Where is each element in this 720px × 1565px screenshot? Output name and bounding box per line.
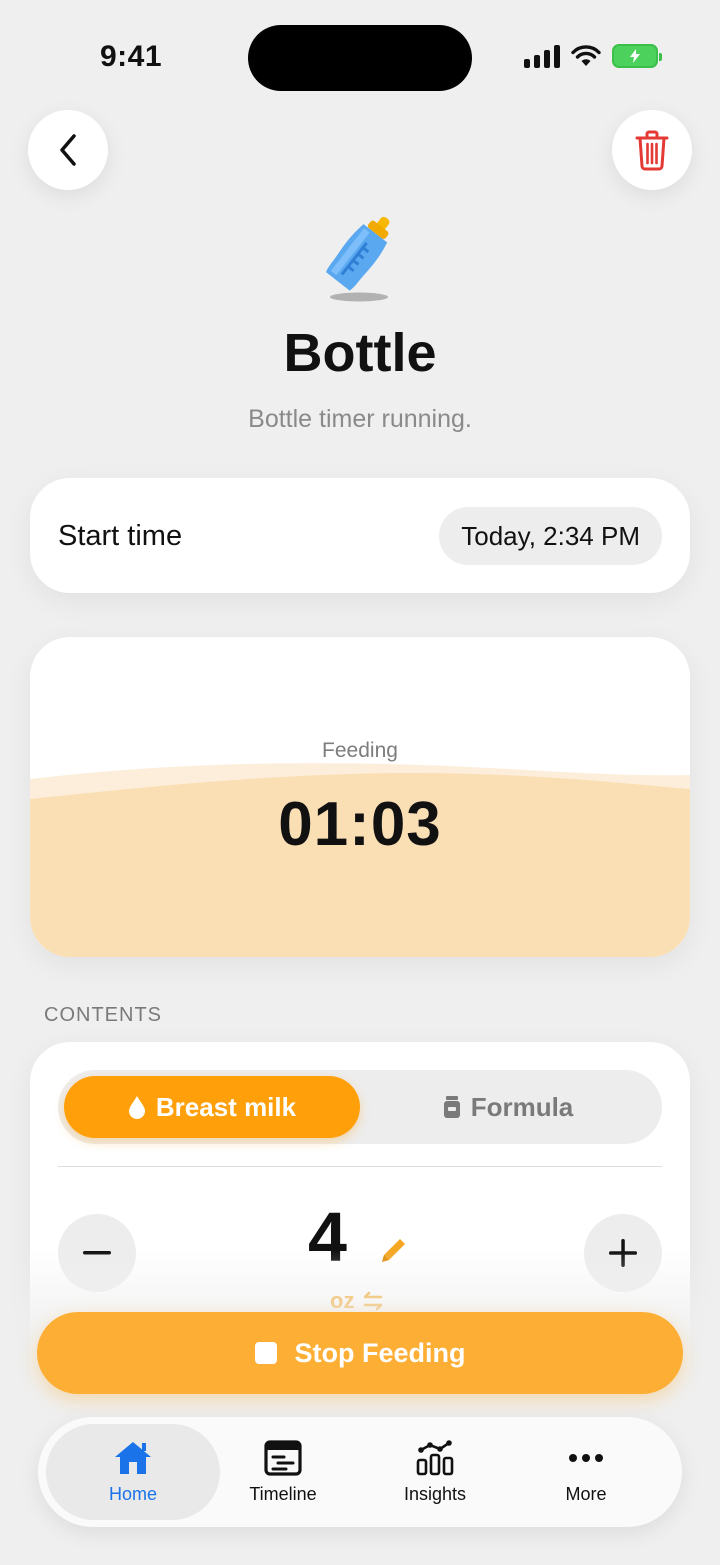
- start-time-picker[interactable]: Today, 2:34 PM: [439, 507, 662, 565]
- formula-label: Formula: [470, 1091, 574, 1122]
- stop-square-icon: [254, 1342, 277, 1364]
- tab-home-label: Home: [108, 1483, 157, 1504]
- tab-home[interactable]: Home: [46, 1424, 220, 1520]
- wifi-icon: [571, 45, 601, 66]
- timer-value: 01:03: [278, 790, 442, 859]
- start-time-card: Start time Today, 2:34 PM: [30, 478, 690, 593]
- formula-option[interactable]: Formula: [360, 1076, 656, 1138]
- breast-milk-label: Breast milk: [155, 1091, 297, 1122]
- tab-timeline-label: Timeline: [249, 1483, 317, 1504]
- page-subtitle: Bottle timer running.: [248, 405, 472, 433]
- start-time-label: Start time: [58, 520, 183, 552]
- stop-feeding-button[interactable]: Stop Feeding: [37, 1312, 683, 1394]
- delete-button[interactable]: [612, 110, 692, 190]
- baby-bottle-icon: [326, 216, 390, 302]
- formula-can-icon: [443, 1096, 460, 1118]
- timer-label: Feeding: [322, 739, 398, 762]
- back-button[interactable]: [28, 110, 108, 190]
- tab-timeline[interactable]: Timeline: [208, 1424, 358, 1520]
- divider: [58, 1166, 662, 1167]
- tab-more[interactable]: More: [511, 1424, 661, 1520]
- page-title: Bottle: [283, 323, 437, 383]
- status-icons: [524, 44, 662, 68]
- timeline-icon: [264, 1439, 302, 1476]
- stop-feeding-label: Stop Feeding: [294, 1337, 466, 1368]
- contents-segmented-control: Breast milk Formula: [58, 1070, 662, 1144]
- ellipsis-icon: [569, 1453, 603, 1462]
- droplet-icon: [128, 1096, 145, 1119]
- charging-bolt-icon: [630, 49, 640, 63]
- tab-bar: Home Timeline Insights More: [38, 1417, 682, 1527]
- trash-icon: [635, 130, 669, 171]
- tab-more-label: More: [565, 1483, 607, 1504]
- house-icon: [115, 1441, 151, 1474]
- cellular-signal-icon: [524, 44, 560, 68]
- chevron-left-icon: [60, 134, 76, 166]
- timer-card: Feeding 01:03: [30, 637, 690, 957]
- battery-icon: [612, 44, 662, 68]
- tab-insights[interactable]: Insights: [360, 1424, 510, 1520]
- tab-insights-label: Insights: [403, 1483, 467, 1504]
- status-time: 9:41: [100, 40, 163, 73]
- contents-section-label: CONTENTS: [44, 1004, 162, 1026]
- breast-milk-option[interactable]: Breast milk: [64, 1076, 360, 1138]
- insights-icon: [416, 1439, 454, 1475]
- dynamic-island: [248, 25, 472, 91]
